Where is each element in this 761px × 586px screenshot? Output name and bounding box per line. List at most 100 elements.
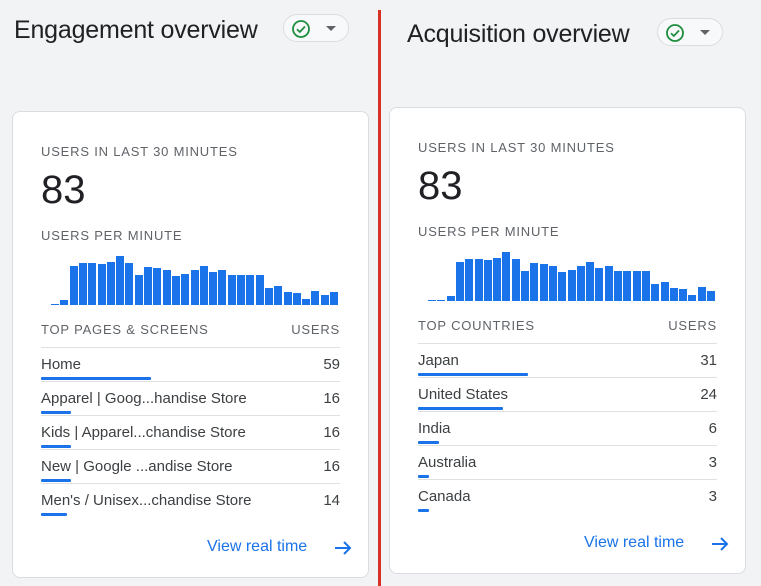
- arrow-right-icon: [335, 541, 352, 555]
- users-per-minute-label: USERS PER MINUTE: [418, 224, 560, 239]
- table-row[interactable]: New | Google ...andise Store 16: [41, 449, 340, 484]
- row-name: Australia: [418, 454, 477, 471]
- row-share-bar: [41, 445, 71, 448]
- view-real-time-link[interactable]: View real time: [207, 538, 352, 556]
- row-share-bar: [418, 509, 429, 512]
- per-minute-bar: [51, 304, 59, 305]
- row-share-bar: [418, 373, 528, 376]
- arrow-right-icon: [712, 537, 729, 551]
- per-minute-bar: [474, 259, 483, 301]
- per-minute-bar: [171, 276, 180, 305]
- per-minute-bar: [106, 262, 115, 305]
- per-minute-bar: [116, 256, 125, 305]
- row-value: 16: [323, 458, 340, 475]
- per-minute-bar: [697, 287, 706, 301]
- per-minute-bar: [632, 271, 641, 301]
- table-row[interactable]: Apparel | Goog...handise Store 16: [41, 381, 340, 416]
- view-real-time-label: View real time: [207, 538, 308, 555]
- top-pages-header: TOP PAGES & SCREENS USERS: [41, 322, 340, 340]
- panel-divider: [378, 10, 381, 586]
- per-minute-bar: [669, 288, 678, 301]
- table-row[interactable]: India 6: [418, 411, 717, 446]
- per-minute-bar: [283, 292, 292, 305]
- per-minute-bar: [548, 266, 557, 301]
- users-last-30-count: 83: [41, 168, 86, 212]
- per-minute-bar: [455, 262, 464, 301]
- per-minute-bar: [651, 284, 660, 301]
- per-minute-bar: [88, 263, 97, 305]
- users-per-minute-chart: [13, 256, 338, 306]
- per-minute-bar: [493, 258, 502, 301]
- per-minute-bar: [255, 275, 264, 305]
- table-row[interactable]: Home 59: [41, 347, 340, 382]
- per-minute-bar: [688, 295, 697, 301]
- per-minute-bar: [330, 292, 338, 305]
- table-row[interactable]: United States 24: [418, 377, 717, 412]
- table-row[interactable]: Kids | Apparel...chandise Store 16: [41, 415, 340, 450]
- per-minute-bar: [264, 288, 273, 305]
- table-row[interactable]: Australia 3: [418, 445, 717, 480]
- users-last-30-label: USERS IN LAST 30 MINUTES: [41, 144, 238, 159]
- per-minute-bar: [274, 286, 283, 305]
- users-per-minute-label: USERS PER MINUTE: [41, 228, 183, 243]
- table-row[interactable]: Men's / Unisex...chandise Store 14: [41, 483, 340, 518]
- table-row[interactable]: Canada 3: [418, 479, 717, 514]
- acquisition-panel: Acquisition overview USERS IN LAST 30 MI…: [382, 0, 761, 586]
- per-minute-bar: [539, 264, 548, 301]
- per-minute-bar: [162, 270, 171, 305]
- row-value: 14: [323, 492, 340, 509]
- engagement-status-dropdown[interactable]: [283, 14, 349, 42]
- per-minute-bar: [595, 268, 604, 301]
- per-minute-bar: [521, 271, 529, 301]
- row-name: United States: [418, 386, 509, 403]
- caret-down-icon: [700, 30, 710, 35]
- row-value: 3: [708, 454, 717, 471]
- per-minute-bar: [511, 259, 520, 301]
- row-value: 59: [323, 356, 340, 373]
- row-value: 24: [700, 386, 717, 403]
- per-minute-bar: [641, 271, 650, 301]
- users-column-label: USERS: [291, 322, 340, 337]
- per-minute-bar: [237, 275, 245, 305]
- top-countries-header: TOP COUNTRIES USERS: [418, 318, 717, 336]
- acquisition-status-dropdown[interactable]: [657, 18, 723, 46]
- per-minute-bar: [199, 266, 208, 305]
- per-minute-bar: [227, 275, 236, 305]
- row-share-bar: [418, 475, 429, 478]
- per-minute-bar: [428, 300, 436, 301]
- row-share-bar: [41, 411, 71, 414]
- per-minute-bar: [60, 300, 69, 305]
- per-minute-bar: [144, 267, 152, 305]
- per-minute-bar: [660, 282, 669, 301]
- acquisition-title: Acquisition overview: [407, 20, 630, 48]
- per-minute-bar: [320, 295, 329, 305]
- per-minute-bar: [623, 271, 632, 301]
- per-minute-bar: [97, 264, 106, 305]
- row-name: Japan: [418, 352, 459, 369]
- per-minute-bar: [567, 270, 576, 301]
- top-pages-column-label: TOP PAGES & SCREENS: [41, 322, 209, 337]
- row-share-bar: [41, 479, 71, 482]
- view-real-time-link[interactable]: View real time: [584, 534, 729, 552]
- row-name: New | Google ...andise Store: [41, 458, 233, 475]
- engagement-realtime-card: USERS IN LAST 30 MINUTES 83 USERS PER MI…: [12, 111, 369, 578]
- row-name: Canada: [418, 488, 471, 505]
- per-minute-bar: [614, 271, 622, 301]
- view-real-time-label: View real time: [584, 534, 685, 551]
- row-name: Home: [41, 356, 82, 373]
- per-minute-bar: [437, 300, 446, 301]
- users-last-30-label: USERS IN LAST 30 MINUTES: [418, 140, 615, 155]
- engagement-title: Engagement overview: [14, 16, 258, 44]
- per-minute-bar: [707, 291, 715, 301]
- per-minute-bar: [604, 266, 613, 301]
- per-minute-bar: [78, 263, 87, 305]
- per-minute-bar: [190, 270, 199, 305]
- table-row[interactable]: Japan 31: [418, 343, 717, 378]
- per-minute-bar: [134, 275, 143, 305]
- per-minute-bar: [576, 266, 585, 301]
- row-value: 6: [708, 420, 717, 437]
- per-minute-bar: [181, 274, 190, 305]
- per-minute-bar: [530, 263, 539, 301]
- row-share-bar: [41, 377, 151, 380]
- engagement-panel: Engagement overview USERS IN LAST 30 MIN…: [0, 0, 378, 586]
